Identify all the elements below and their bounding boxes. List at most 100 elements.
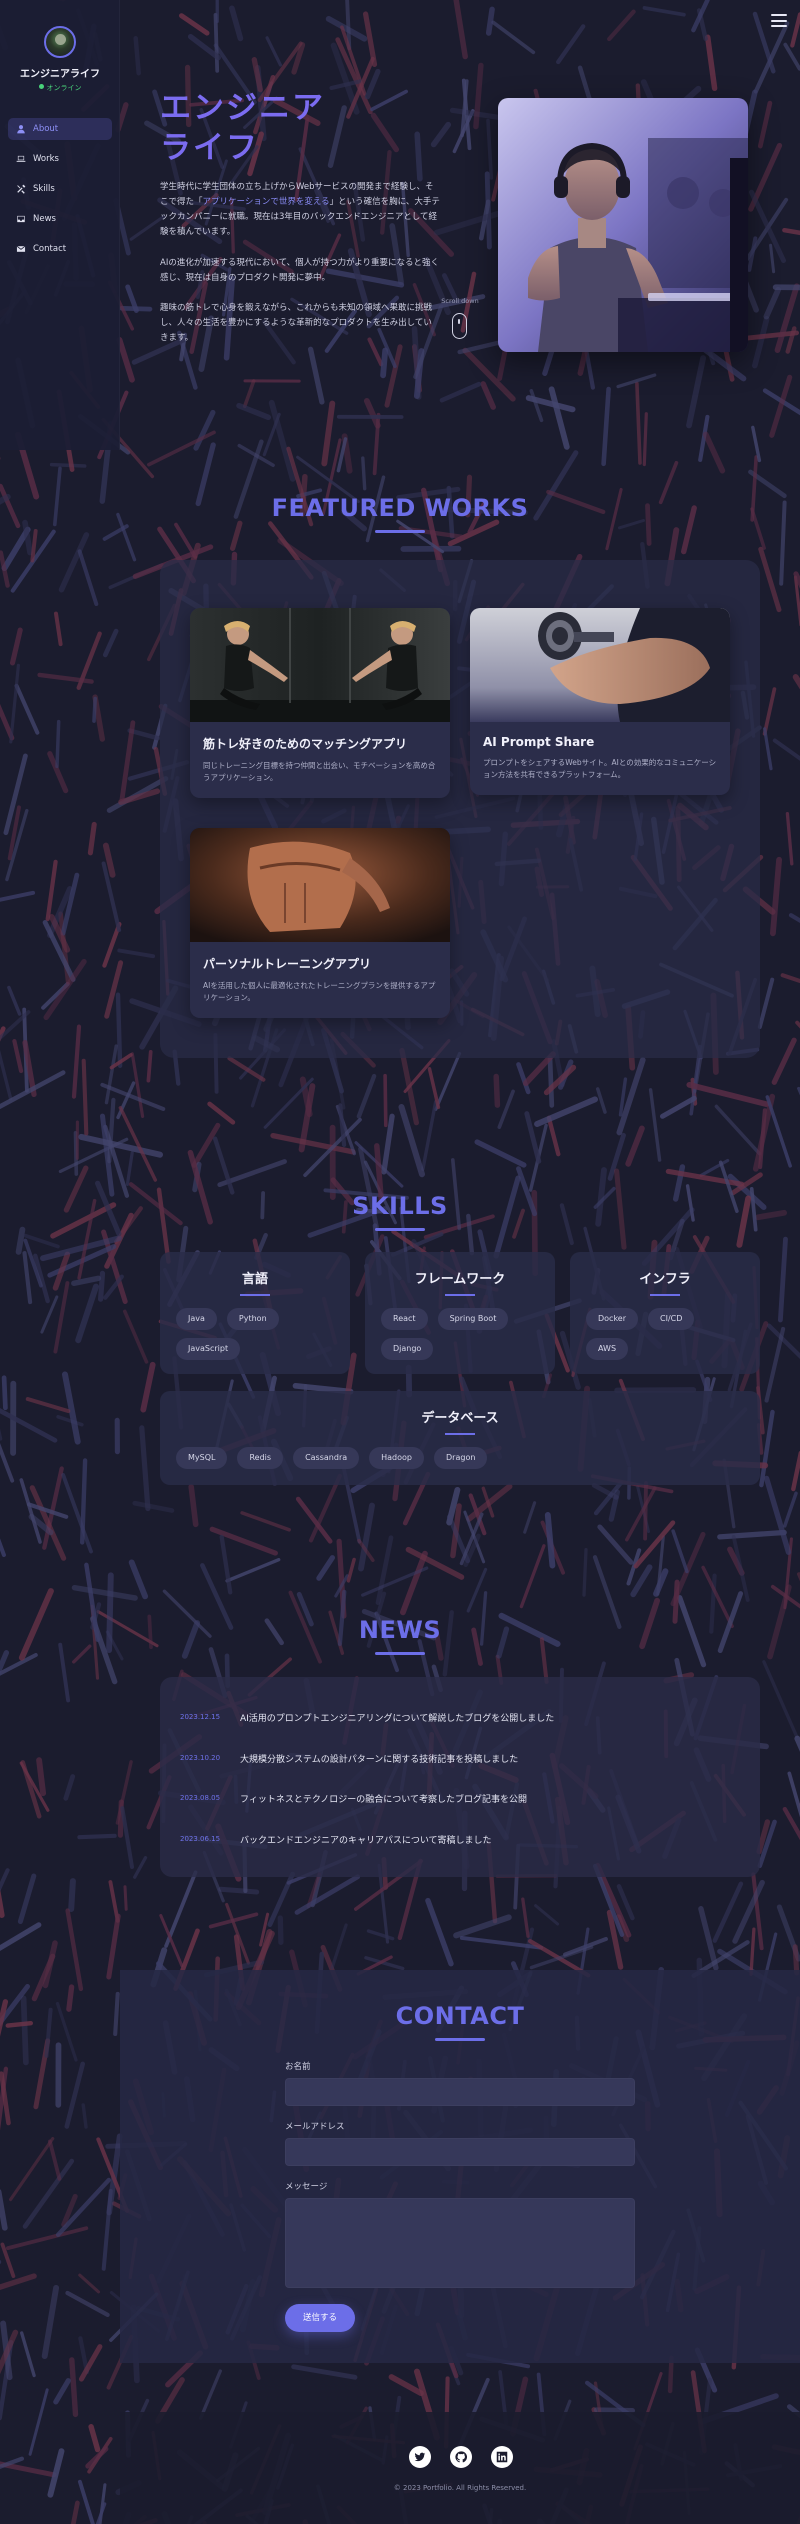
github-link[interactable] [450,2446,472,2468]
scroll-hint: Scroll down [441,297,479,305]
linkedin-link[interactable] [491,2446,513,2468]
work-title: 筋トレ好きのためのマッチングアプリ [203,737,408,751]
hero-photo [498,98,748,352]
news-panel: 2023.12.15 AI活用のプロンプトエンジニアリングについて解説したブログ… [160,1677,760,1877]
skill-tag: Django [381,1338,434,1360]
hero-intro-paragraph: 学生時代に学生団体の立ち上げからWebサービスの開発まで経験し、そこで得た「アプ… [160,180,440,240]
news-text: 大規模分散システムの設計パターンに関する技術記事を投稿しました [240,1754,519,1765]
skill-tag: CI/CD [648,1308,695,1330]
copyright: © 2023 Portfolio. All Rights Reserved. [393,2484,527,2492]
work-card-personal-training[interactable]: パーソナルトレーニングアプリ AIを活用した個人に最適化されたトレーニングプラン… [190,828,450,1018]
github-icon [455,2451,468,2463]
news-date: 2023.08.05 [180,1794,221,1802]
sidebar: エンジニアライフ オンライン About Works Skills News C… [0,0,120,450]
news-item[interactable]: 2023.10.20 大規模分散システムの設計パターンに関する技術記事を投稿しま… [180,1748,518,1768]
nav-item-works[interactable]: Works [8,148,112,170]
twitter-link[interactable] [409,2446,431,2468]
skill-tag: AWS [586,1338,629,1360]
nav-item-contact[interactable]: Contact [8,238,112,260]
work-title: AI Prompt Share [483,735,595,749]
skill-tag: MySQL [176,1447,228,1469]
twitter-icon [414,2452,426,2462]
skill-tag: Cassandra [293,1447,360,1469]
news-date: 2023.10.20 [180,1754,221,1762]
work-description: AIを活用した個人に最適化されたトレーニングプランを提供するアプリケーション。 [203,981,436,1002]
hero-title-line-1: エンジニア [160,90,325,126]
works-title-underline [0,530,800,533]
skill-tag: Hadoop [369,1447,425,1469]
user-icon [17,125,25,134]
site-title: エンジニアライフ [20,69,100,80]
highlight-text: アプリケーションで世界を変える [202,197,330,207]
nav-item-skills[interactable]: Skills [8,178,112,200]
skill-group-title: データベース [421,1411,499,1426]
work-description: プロンプトをシェアするWebサイト。AIとの効果的なコミュニケーション方法を共有… [483,758,717,779]
email-label: メールアドレス [285,2122,345,2132]
news-date: 2023.12.15 [180,1713,221,1721]
skill-tag: JavaScript [176,1338,241,1360]
nav-label: Contact [33,244,67,254]
sidebar-nav: About Works Skills News Contact [8,118,112,268]
skill-tag: Java [176,1308,217,1330]
nav-label: News [33,214,56,224]
status-dot-icon [38,84,44,89]
work-card-ai-prompt-share[interactable]: AI Prompt Share プロンプトをシェアするWebサイト。AIとの効果… [470,608,730,795]
nav-label: About [33,124,59,134]
nav-item-news[interactable]: News [8,208,112,230]
skill-tags: Java Python JavaScript [160,1296,350,1360]
news-text: AI活用のプロンプトエンジニアリングについて解説したブログを公開しました [240,1713,555,1724]
skill-card-infra: インフラ Docker CI/CD AWS [570,1252,760,1374]
nav-item-about[interactable]: About [8,118,112,140]
name-field[interactable] [285,2078,635,2106]
news-item[interactable]: 2023.06.15 バックエンドエンジニアのキャリアパスについて寄稿しました [180,1829,492,1849]
scroll-mouse-icon[interactable] [452,313,467,339]
news-title: NEWS [358,1616,442,1644]
tools-icon [17,184,26,194]
work-image [470,608,730,722]
linkedin-icon [496,2451,508,2463]
skill-card-languages: 言語 Java Python JavaScript [160,1252,350,1374]
news-item[interactable]: 2023.12.15 AI活用のプロンプトエンジニアリングについて解説したブログ… [180,1707,554,1727]
skill-tags: MySQL Redis Cassandra Hadoop Dragon [160,1435,760,1469]
avatar [44,26,76,58]
hamburger-menu-icon[interactable] [771,14,787,27]
work-description: 同じトレーニング目標を持つ仲間と出会い、モチベーションを高め合うアプリケーション… [203,761,436,782]
skill-group-title: 言語 [241,1272,268,1287]
skill-card-databases: データベース MySQL Redis Cassandra Hadoop Drag… [160,1391,760,1485]
online-status: オンライン [0,83,120,93]
work-image [190,828,450,942]
message-textarea[interactable] [285,2198,635,2288]
skill-tag: Python [226,1308,279,1330]
skill-tag: Docker [586,1308,639,1330]
name-label: お名前 [285,2062,311,2072]
hero-title: エンジニア ライフ [160,88,325,168]
contact-title: CONTACT [395,2002,525,2030]
submit-button[interactable]: 送信する [285,2304,355,2332]
skill-tags: Docker CI/CD AWS [570,1296,760,1360]
skill-group-title: インフラ [639,1272,691,1287]
news-text: バックエンドエンジニアのキャリアパスについて寄稿しました [240,1835,492,1846]
contact-title-underline [120,2038,800,2041]
news-text: フィットネスとテクノロジーの融合について考察したブログ記事を公開 [240,1794,528,1805]
skill-tag: React [381,1308,428,1330]
skill-tags: React Spring Boot Django [365,1296,555,1360]
hero-goal-paragraph: 趣味の筋トレで心身を鍛えながら、これからも未知の領域へ果敢に挑戦し、人々の生活を… [160,303,433,343]
skill-card-frameworks: フレームワーク React Spring Boot Django [365,1252,555,1374]
skill-tag: Dragon [434,1447,488,1469]
news-date: 2023.06.15 [180,1835,221,1843]
work-title: パーソナルトレーニングアプリ [203,957,372,971]
email-field[interactable] [285,2138,635,2166]
skills-title-underline [0,1228,800,1231]
news-item[interactable]: 2023.08.05 フィットネスとテクノロジーの融合について考察したブログ記事… [180,1788,527,1808]
work-card-matching-app[interactable]: 筋トレ好きのためのマッチングアプリ 同じトレーニング目標を持つ仲間と出会い、モチ… [190,608,450,798]
nav-label: Skills [33,184,55,194]
status-label: オンライン [46,84,82,92]
hero-title-line-2: ライフ [160,130,259,166]
nav-label: Works [33,154,59,164]
envelope-icon [16,245,26,252]
hero-ai-paragraph: AIの進化が加速する現代において、個人が持つ力がより重要になると強く感じ、現在は… [160,258,440,283]
news-title-underline [0,1652,800,1655]
work-image [190,608,450,722]
inbox-icon [17,215,25,223]
laptop-icon [16,155,26,162]
